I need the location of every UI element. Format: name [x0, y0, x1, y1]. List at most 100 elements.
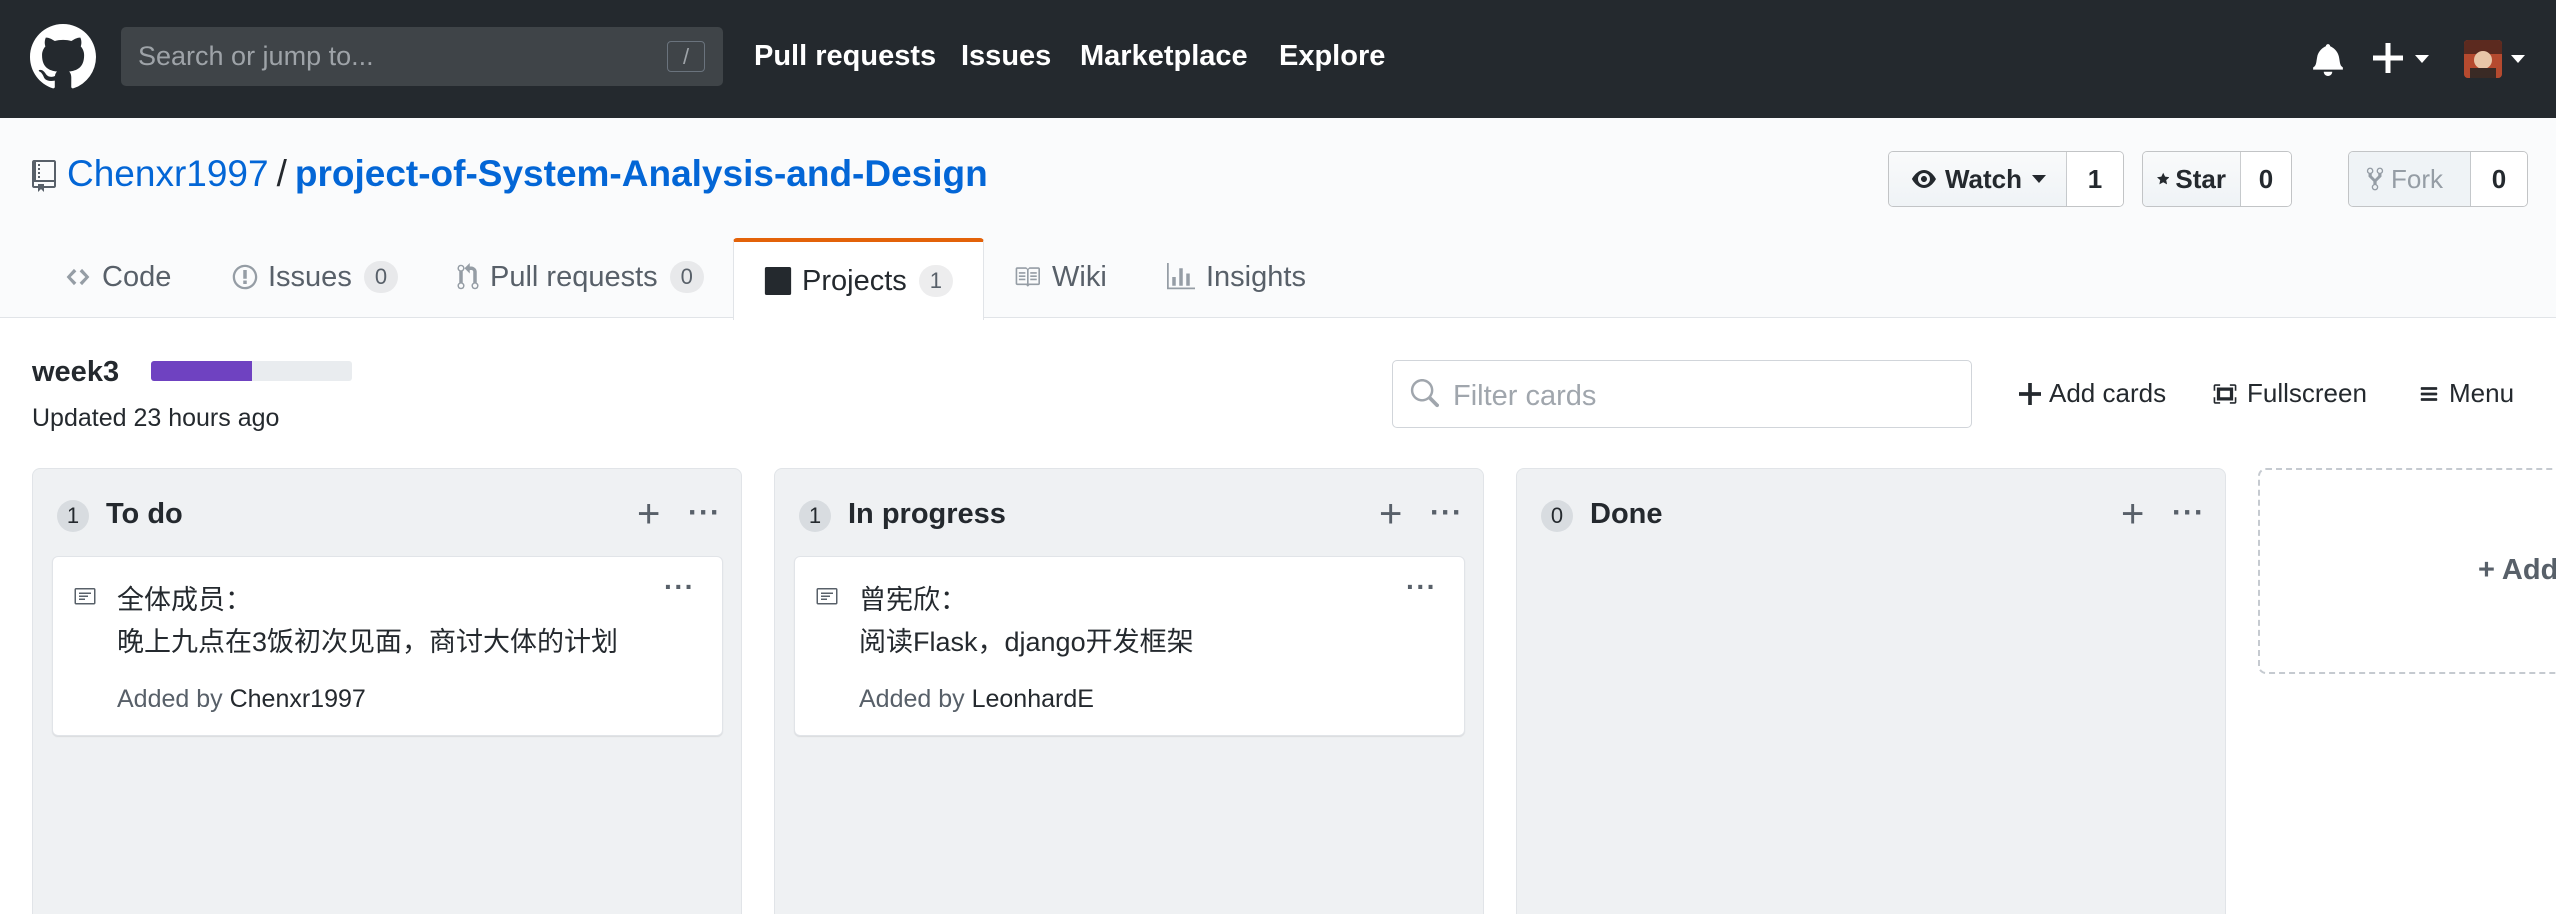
card-author-link[interactable]: LeonhardE — [972, 685, 1094, 713]
card-more-options-icon[interactable]: ··· — [1406, 571, 1437, 603]
note-icon — [816, 588, 838, 605]
fork-label: Fork — [2391, 163, 2443, 194]
card-author-link[interactable]: Chenxr1997 — [230, 685, 366, 713]
project-card[interactable]: 全体成员： 晚上九点在3饭初次见面，商讨大体的计划 ··· Added by C… — [52, 556, 723, 736]
repo-icon — [32, 160, 56, 192]
column-card-count: 1 — [799, 500, 831, 532]
column-more-options-icon[interactable]: ··· — [688, 498, 721, 528]
tab-issues[interactable]: Issues 0 — [232, 236, 399, 318]
column-card-count: 1 — [57, 500, 89, 532]
eye-icon — [1911, 170, 1936, 188]
git-pull-request-icon — [456, 263, 480, 291]
column-more-options-icon[interactable]: ··· — [1430, 498, 1463, 528]
tab-issues-counter: 0 — [363, 261, 399, 293]
add-column-button[interactable]: + Add — [2258, 468, 2556, 674]
project-name: week3 — [32, 356, 120, 388]
project-column-in-progress: 1 In progress + ··· 曾宪欣： 阅读Flask，django开… — [774, 468, 1484, 914]
search-placeholder: Search or jump to... — [138, 41, 374, 71]
issue-opened-icon — [232, 263, 258, 291]
star-count[interactable]: 0 — [2241, 152, 2291, 206]
tab-pull-requests[interactable]: Pull requests 0 — [456, 236, 704, 318]
watch-button[interactable]: Watch — [1889, 152, 2067, 206]
book-icon — [1012, 264, 1042, 290]
column-more-options-icon[interactable]: ··· — [2172, 498, 2205, 528]
fork-icon — [2366, 167, 2384, 191]
tab-issues-label: Issues — [268, 260, 352, 293]
fullscreen-button[interactable]: Fullscreen — [2211, 378, 2367, 409]
tab-insights-label: Insights — [1206, 260, 1306, 293]
column-title: Done — [1590, 498, 1663, 530]
avatar-image-icon — [2464, 40, 2502, 78]
project-progress-bar — [151, 361, 352, 381]
create-new-menu[interactable] — [2373, 40, 2433, 76]
project-card[interactable]: 曾宪欣： 阅读Flask，django开发框架 ··· Added by Leo… — [794, 556, 1465, 736]
global-header: Search or jump to... / Pull requests Iss… — [0, 0, 2556, 118]
tab-pull-requests-counter: 0 — [669, 261, 704, 293]
nav-pull-requests[interactable]: Pull requests — [754, 40, 936, 73]
note-icon — [74, 588, 96, 605]
project-menu-label: Menu — [2449, 378, 2515, 408]
watch-group: Watch 1 — [1888, 151, 2124, 207]
repo-title-separator: / — [276, 153, 287, 194]
star-icon — [2157, 172, 2170, 185]
tab-projects[interactable]: Projects 1 — [733, 238, 985, 320]
tab-projects-counter: 1 — [918, 265, 954, 297]
watch-chevron-down-icon — [2032, 175, 2046, 183]
card-note-line-1: 曾宪欣： — [859, 585, 967, 615]
card-note-line-2: 晚上九点在3饭初次见面，商讨大体的计划 — [117, 627, 619, 657]
code-icon — [64, 264, 92, 290]
project-column-todo: 1 To do + ··· 全体成员： 晚上九点在3饭初次见面，商讨大体的计划 … — [32, 468, 742, 914]
filter-cards-placeholder: Filter cards — [1453, 380, 1597, 412]
fullscreen-icon — [2211, 381, 2239, 407]
card-added-by-label: Added by — [117, 685, 223, 713]
fork-count[interactable]: 0 — [2471, 152, 2527, 206]
tab-wiki[interactable]: Wiki — [1012, 236, 1107, 318]
project-menu-button[interactable]: Menu — [2417, 378, 2514, 409]
column-card-count: 0 — [1541, 500, 1573, 532]
project-icon — [764, 267, 792, 295]
plus-icon — [2373, 43, 2403, 73]
project-column-done: 0 Done + ··· — [1516, 468, 2226, 914]
column-add-card-icon[interactable]: + — [637, 494, 660, 534]
graph-icon — [1166, 263, 1196, 291]
nav-marketplace[interactable]: Marketplace — [1080, 40, 1248, 73]
fullscreen-label: Fullscreen — [2247, 378, 2367, 408]
watch-count[interactable]: 1 — [2067, 152, 2123, 206]
star-button[interactable]: Star — [2143, 152, 2241, 206]
github-logo-icon[interactable] — [30, 24, 96, 90]
column-title: In progress — [848, 498, 1006, 530]
search-shortcut-hint: / — [667, 41, 705, 72]
column-add-card-icon[interactable]: + — [2121, 494, 2144, 534]
avatar-chevron-down-icon[interactable] — [2511, 55, 2525, 63]
fork-group: Fork 0 — [2348, 151, 2528, 207]
bell-icon[interactable] — [2312, 42, 2344, 76]
project-updated-time: Updated 23 hours ago — [32, 404, 280, 432]
plus-icon — [2019, 382, 2041, 405]
card-note-line-1: 全体成员： — [117, 585, 252, 615]
card-added-by: Added by LeonhardE — [859, 685, 1094, 714]
nav-explore[interactable]: Explore — [1279, 40, 1385, 73]
repo-title: Chenxr1997/project-of-System-Analysis-an… — [67, 153, 988, 195]
tab-insights[interactable]: Insights — [1166, 236, 1306, 318]
column-add-card-icon[interactable]: + — [1379, 494, 1402, 534]
avatar[interactable] — [2464, 40, 2502, 78]
search-icon — [1410, 379, 1439, 408]
fork-button[interactable]: Fork — [2349, 152, 2471, 206]
nav-issues[interactable]: Issues — [961, 40, 1051, 73]
card-note-line-2: 阅读Flask，django开发框架 — [859, 627, 1194, 657]
filter-cards-input[interactable]: Filter cards — [1392, 360, 1972, 428]
tab-wiki-label: Wiki — [1052, 260, 1107, 293]
card-added-by-label: Added by — [859, 685, 965, 713]
chevron-down-icon — [2415, 55, 2429, 63]
watch-label: Watch — [1944, 163, 2022, 194]
add-cards-label: Add cards — [2049, 378, 2167, 408]
tab-pull-requests-label: Pull requests — [490, 260, 658, 293]
star-label: Star — [2175, 163, 2226, 194]
search-input[interactable]: Search or jump to... / — [121, 27, 723, 86]
repo-name-link[interactable]: project-of-System-Analysis-and-Design — [295, 153, 988, 194]
tab-code[interactable]: Code — [64, 236, 171, 318]
card-more-options-icon[interactable]: ··· — [664, 571, 695, 603]
repo-owner-link[interactable]: Chenxr1997 — [67, 153, 269, 194]
tab-projects-label: Projects — [802, 264, 907, 297]
add-cards-button[interactable]: Add cards — [2019, 378, 2166, 409]
